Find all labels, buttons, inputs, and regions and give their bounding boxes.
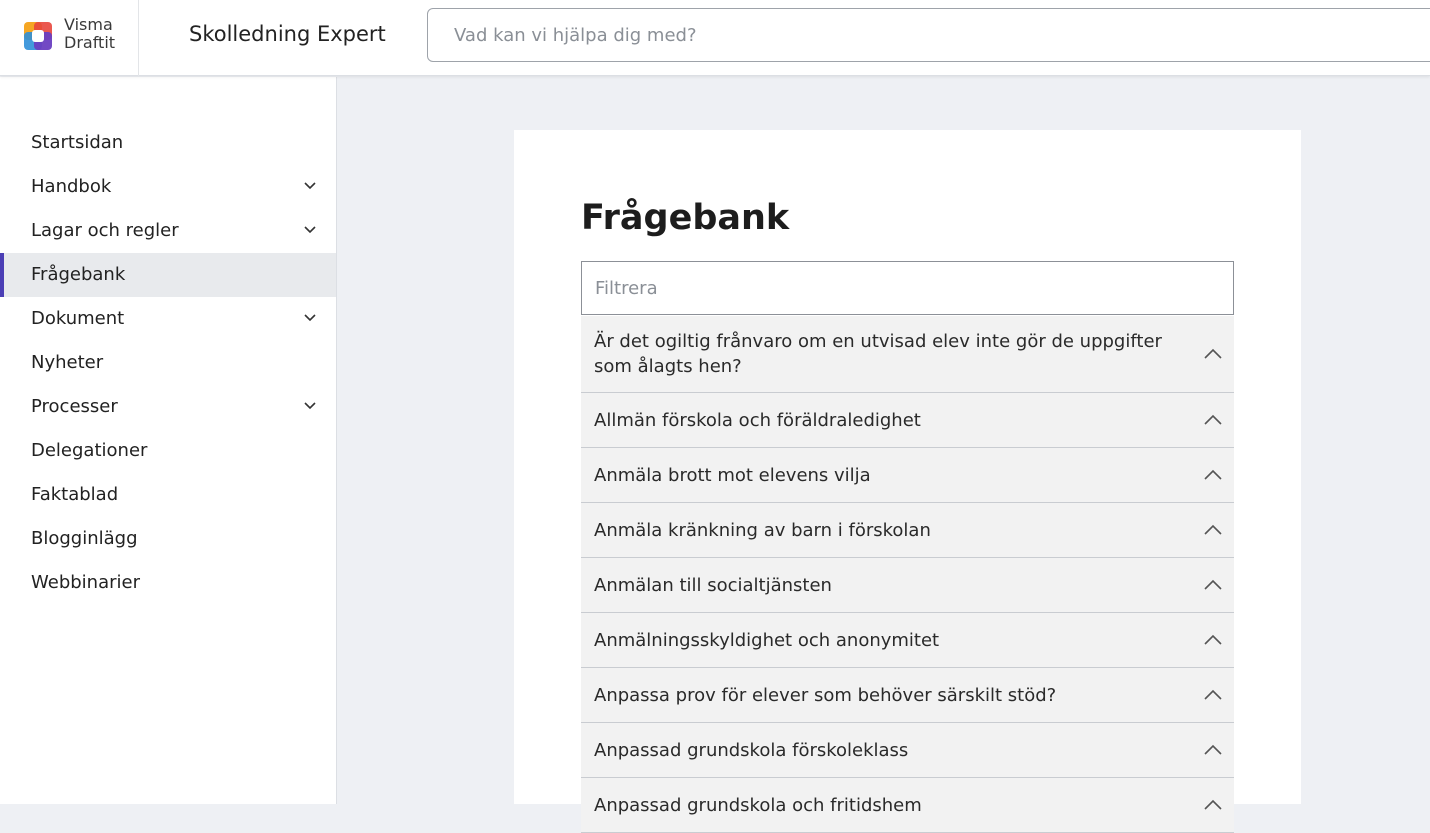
page-title: Frågebank [581,198,790,238]
question-text: Anpassad grundskola och fritidshem [594,794,922,816]
sidebar-item-label: Blogginlägg [31,528,138,549]
sidebar-item-handbok[interactable]: Handbok [0,165,336,209]
logo-line-2: Draftit [64,33,116,52]
question-item[interactable]: Anmäla brott mot elevens vilja [581,448,1234,503]
question-list: Är det ogiltig frånvaro om en utvisad el… [581,316,1234,833]
content-card: Frågebank Är det ogiltig frånvaro om en … [514,130,1301,833]
logo[interactable]: Visma Draftit [0,0,139,76]
sidebar-item-startsidan[interactable]: Startsidan [0,121,336,165]
sidebar: Startsidan Handbok Lagar och regler Frågeba… [0,77,337,804]
question-text: Anmälan till socialtjänsten [594,574,832,596]
sidebar-item-label: Processer [31,396,118,417]
sidebar-item-label: Delegationer [31,440,148,461]
filter-box[interactable] [581,261,1234,315]
chevron-up-icon[interactable] [1204,579,1222,590]
question-item[interactable]: Är det ogiltig frånvaro om en utvisad el… [581,316,1234,393]
sidebar-item-blogginlägg[interactable]: Blogginlägg [0,517,336,561]
sidebar-item-label: Lagar och regler [31,220,179,241]
search-box[interactable] [427,8,1430,62]
chevron-up-icon[interactable] [1204,799,1222,810]
question-item[interactable]: Anpassad grundskola och fritidshem [581,778,1234,833]
question-text: Anpassad grundskola förskoleklass [594,739,909,761]
sidebar-item-label: Faktablad [31,484,119,505]
sidebar-item-processer[interactable]: Processer [0,385,336,429]
question-item[interactable]: Anmälningsskyldighet och anonymitet [581,613,1234,668]
chevron-down-icon[interactable] [304,225,316,235]
question-text: Anmäla kränkning av barn i förskolan [594,519,931,541]
question-item[interactable]: Allmän förskola och föräldraledighet [581,393,1234,448]
chevron-up-icon[interactable] [1204,524,1222,535]
chevron-up-icon[interactable] [1204,414,1222,425]
sidebar-item-label: Frågebank [31,264,126,285]
filter-input[interactable] [582,262,1233,314]
chevron-up-icon[interactable] [1204,469,1222,480]
sidebar-item-dokument[interactable]: Dokument [0,297,336,341]
chevron-down-icon[interactable] [304,313,316,323]
sidebar-item-nyheter[interactable]: Nyheter [0,341,336,385]
visma-draftit-logo-icon [24,22,52,50]
sidebar-item-label: Dokument [31,308,125,329]
question-text: Är det ogiltig frånvaro om en utvisad el… [594,331,1162,377]
app-title[interactable]: Skolledning Expert [189,20,386,48]
chevron-up-icon[interactable] [1204,348,1222,359]
chevron-down-icon[interactable] [304,401,316,411]
question-item[interactable]: Anmälan till socialtjänsten [581,558,1234,613]
question-text: Anmälningsskyldighet och anonymitet [594,629,940,651]
sidebar-item-delegationer[interactable]: Delegationer [0,429,336,473]
chevron-up-icon[interactable] [1204,634,1222,645]
question-item[interactable]: Anmäla kränkning av barn i förskolan [581,503,1234,558]
sidebar-item-faktablad[interactable]: Faktablad [0,473,336,517]
sidebar-item-label: Nyheter [31,352,104,373]
sidebar-nav: Startsidan Handbok Lagar och regler Frågeba… [0,121,336,605]
chevron-down-icon[interactable] [304,181,316,191]
question-text: Allmän förskola och föräldraledighet [594,409,921,431]
logo-line-1: Visma [64,15,113,34]
question-text: Anmäla brott mot elevens vilja [594,464,871,486]
chevron-up-icon[interactable] [1204,744,1222,755]
sidebar-item-frågebank[interactable]: Frågebank [0,253,336,297]
top-header: Visma Draftit Skolledning Expert [0,0,1430,76]
search-input[interactable] [428,9,1430,61]
sidebar-item-label: Webbinarier [31,572,140,593]
sidebar-item-label: Handbok [31,176,112,197]
logo-text: Visma Draftit [64,16,115,52]
question-text: Anpassa prov för elever som behöver särs… [594,684,1057,706]
chevron-up-icon[interactable] [1204,689,1222,700]
question-item[interactable]: Anpassad grundskola förskoleklass [581,723,1234,778]
sidebar-item-webbinarier[interactable]: Webbinarier [0,561,336,605]
sidebar-item-label: Startsidan [31,132,124,153]
question-item[interactable]: Anpassa prov för elever som behöver särs… [581,668,1234,723]
sidebar-item-lagar-och-regler[interactable]: Lagar och regler [0,209,336,253]
